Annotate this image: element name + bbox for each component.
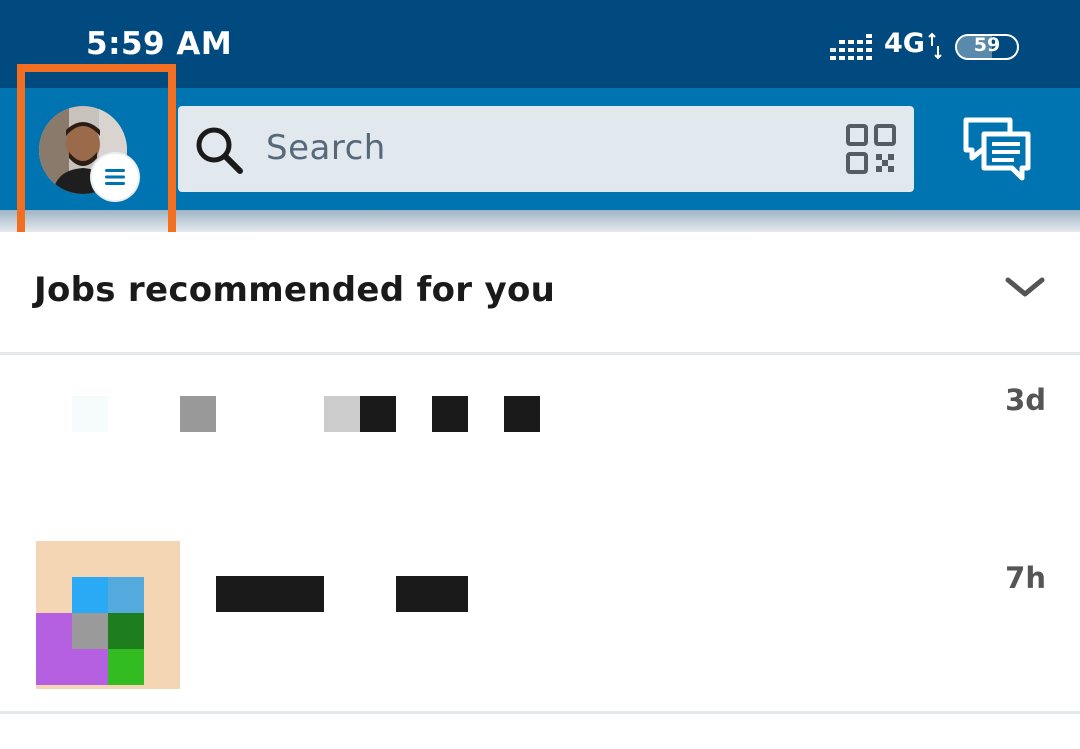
- battery-indicator: 59: [955, 34, 1019, 60]
- qr-code-icon[interactable]: [846, 124, 896, 174]
- thumbnail-cell: [108, 613, 144, 649]
- search-icon: [196, 127, 243, 174]
- battery-level-text: 59: [973, 34, 1001, 56]
- redacted-block: [360, 396, 396, 432]
- search-placeholder: Search: [266, 128, 386, 168]
- notification-item[interactable]: 3d: [0, 355, 1080, 533]
- highlight-box: [17, 64, 176, 252]
- redacted-block: [396, 576, 468, 612]
- thumbnail-cell: [108, 649, 144, 685]
- chevron-down-icon[interactable]: [1004, 274, 1046, 302]
- thumbnail-cell: [36, 649, 72, 685]
- thumbnail-cell: [108, 577, 144, 613]
- thumbnail-cell: [36, 613, 72, 649]
- redacted-block: [72, 396, 108, 432]
- notification-time: 3d: [1005, 383, 1046, 417]
- thumbnail-cell: [72, 577, 108, 613]
- signal-strength-icon: [830, 34, 872, 60]
- jobs-section-header[interactable]: Jobs recommended for you: [0, 232, 1080, 355]
- divider: [0, 711, 1080, 714]
- search-bar[interactable]: Search: [178, 106, 914, 192]
- network-type: 4G: [884, 28, 925, 59]
- messaging-icon[interactable]: [962, 116, 1032, 186]
- redacted-block: [180, 396, 216, 432]
- status-time: 5:59 AM: [86, 26, 233, 62]
- section-title: Jobs recommended for you: [34, 270, 556, 310]
- redacted-block: [324, 396, 360, 432]
- thumbnail-cell: [72, 649, 108, 685]
- data-activity-icon: [928, 32, 942, 60]
- redacted-block: [504, 396, 540, 432]
- thumbnail-cell: [72, 613, 108, 649]
- notification-item[interactable]: 7h: [0, 533, 1080, 711]
- redacted-block: [432, 396, 468, 432]
- notification-time: 7h: [1005, 561, 1046, 595]
- notification-thumbnail: [36, 541, 180, 689]
- redacted-block: [216, 576, 324, 612]
